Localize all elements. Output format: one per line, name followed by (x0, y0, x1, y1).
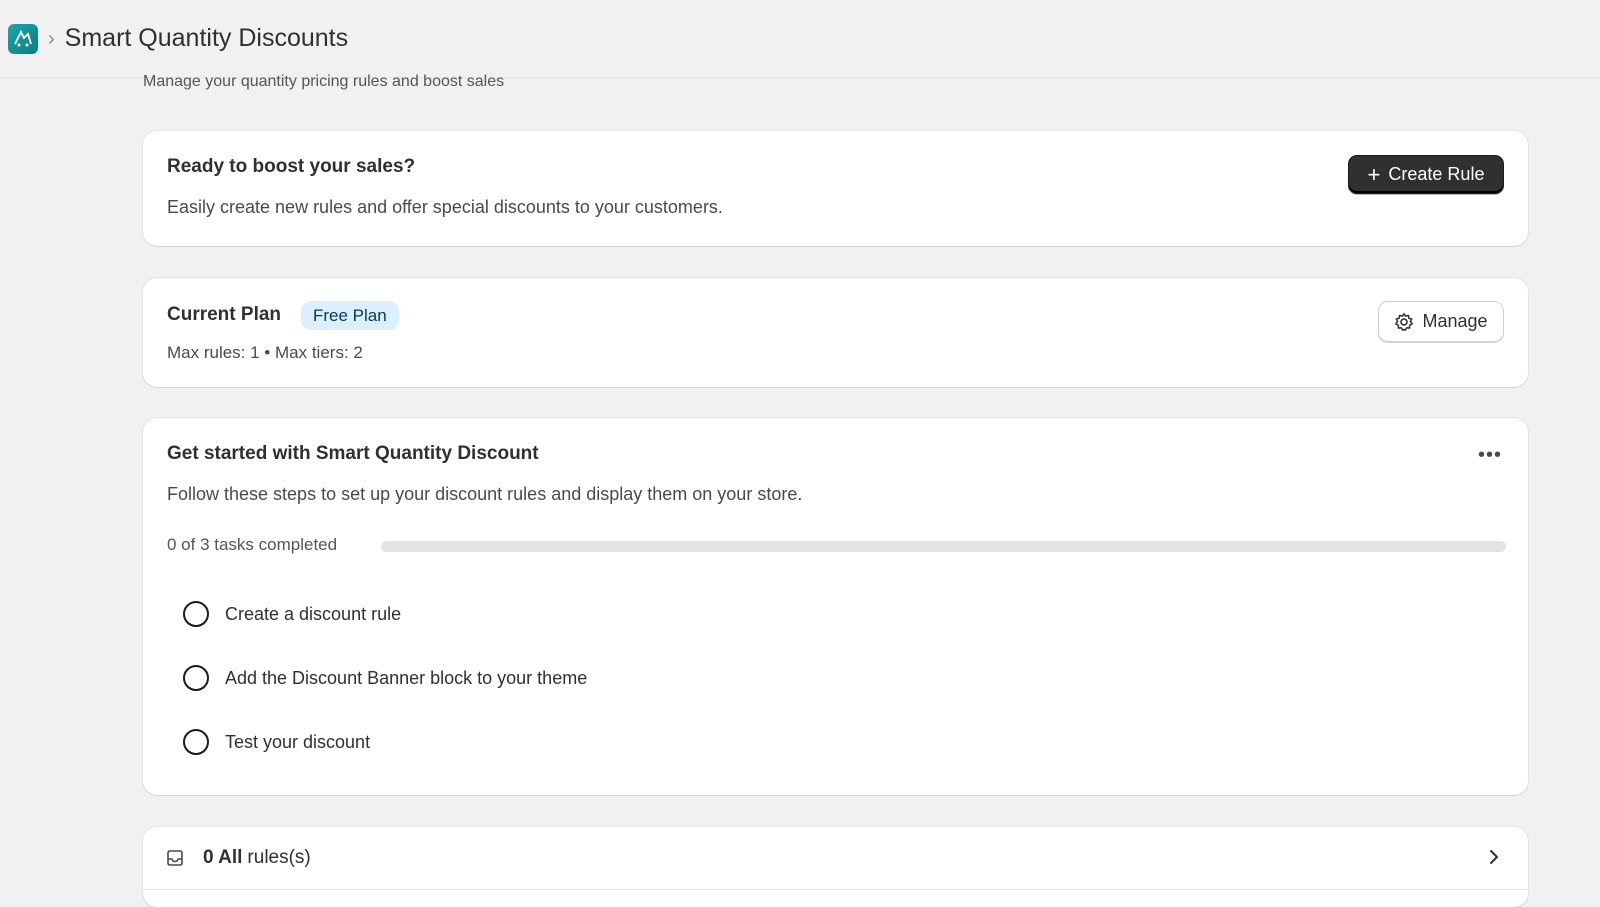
gear-icon (1395, 312, 1414, 331)
more-options-icon[interactable]: ••• (1476, 444, 1504, 466)
setup-guide-card: Get started with Smart Quantity Discount… (143, 418, 1528, 795)
plan-badge: Free Plan (301, 301, 399, 330)
setup-card-title: Get started with Smart Quantity Discount (167, 443, 539, 464)
setup-card-description: Follow these steps to set up your discou… (167, 484, 803, 504)
plan-card-title: Current Plan (167, 304, 282, 325)
breadcrumb-chevron-icon: › (48, 27, 55, 50)
create-rule-button[interactable]: + Create Rule (1348, 155, 1504, 194)
task-test-discount[interactable]: Test your discount (183, 726, 370, 758)
boost-sales-card: Ready to boost your sales? Easily create… (143, 131, 1528, 246)
task-label: Test your discount (225, 731, 371, 752)
task-checkbox-icon[interactable] (183, 601, 209, 627)
all-rules-row[interactable]: 0 All rules(s) (143, 827, 1528, 890)
boost-card-description: Easily create new rules and offer specia… (167, 197, 723, 217)
task-label: Create a discount rule (225, 603, 402, 624)
manage-label: Manage (1422, 311, 1488, 331)
progress-bar (381, 541, 1506, 552)
task-label: Add the Discount Banner block to your th… (225, 667, 588, 688)
create-rule-label: Create Rule (1388, 164, 1485, 184)
top-bar: › Smart Quantity Discounts (0, 0, 1600, 78)
task-checkbox-icon[interactable] (183, 665, 209, 691)
inbox-icon (167, 850, 183, 866)
rules-card: 0 All rules(s) (143, 827, 1528, 907)
current-plan-card: Current Plan Free Plan Max rules: 1 • Ma… (143, 278, 1528, 387)
task-add-banner[interactable]: Add the Discount Banner block to your th… (183, 662, 587, 694)
task-create-rule[interactable]: Create a discount rule (183, 598, 401, 630)
rules-count: 0 All (203, 847, 243, 868)
chevron-right-icon (1490, 850, 1498, 864)
rules-label: rules(s) (247, 847, 311, 868)
progress-label: 0 of 3 tasks completed (167, 535, 338, 554)
plus-icon: + (1367, 161, 1381, 187)
page-title: Smart Quantity Discounts (64, 24, 349, 52)
plan-limits: Max rules: 1 • Max tiers: 2 (167, 343, 363, 362)
manage-plan-button[interactable]: Manage (1378, 301, 1504, 342)
page-subtitle: Manage your quantity pricing rules and b… (143, 73, 505, 90)
boost-card-title: Ready to boost your sales? (167, 156, 416, 177)
app-logo-icon[interactable] (8, 23, 38, 54)
task-checkbox-icon[interactable] (183, 729, 209, 755)
